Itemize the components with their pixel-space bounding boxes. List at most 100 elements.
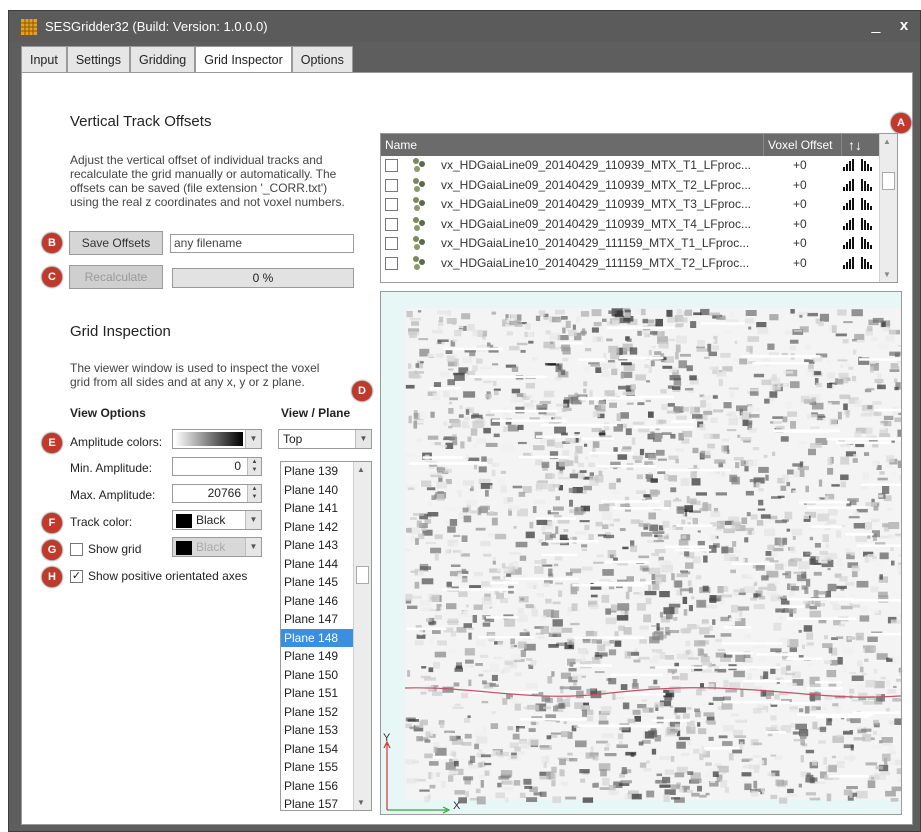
track-checkbox[interactable] bbox=[385, 217, 398, 231]
track-name: vx_HDGaiaLine10_20140429_111159_MTX_T1_L… bbox=[441, 236, 750, 250]
offset-adjust-icon[interactable] bbox=[843, 237, 875, 249]
filename-input[interactable]: any filename bbox=[170, 234, 354, 253]
track-offset: +0 bbox=[793, 216, 807, 231]
window-title: SESGridder32 (Build: Version: 1.0.0.0) bbox=[45, 19, 268, 34]
track-table: Name Voxel Offset ↑↓ vx_HDGaiaLine09_201… bbox=[380, 133, 898, 283]
plane-list[interactable]: Plane 139 Plane 140 Plane 141 Plane 142 Plan… bbox=[280, 461, 372, 811]
track-color-label: Track color: bbox=[70, 515, 133, 529]
track-name: vx_HDGaiaLine09_20140429_110939_MTX_T1_L… bbox=[441, 158, 751, 172]
offset-adjust-icon[interactable] bbox=[843, 217, 875, 230]
track-row[interactable]: vx_HDGaiaLine09_20140429_110939_MTX_T2_L… bbox=[381, 176, 897, 196]
track-color-value: Black bbox=[176, 513, 225, 528]
track-rows: vx_HDGaiaLine09_20140429_110939_MTX_T1_L… bbox=[381, 156, 897, 273]
axis-x-label: X bbox=[453, 800, 461, 812]
track-row[interactable]: vx_HDGaiaLine10_20140429_111159_MTX_T1_L… bbox=[381, 234, 897, 254]
offset-adjust-icon[interactable] bbox=[843, 178, 875, 191]
track-cluster-icon bbox=[413, 255, 425, 270]
scroll-thumb[interactable] bbox=[356, 566, 369, 584]
track-checkbox[interactable] bbox=[385, 237, 398, 250]
chevron-down-icon: ▼ bbox=[355, 430, 371, 448]
track-checkbox[interactable] bbox=[385, 256, 398, 270]
track-name: vx_HDGaiaLine10_20140429_111159_MTX_T2_L… bbox=[441, 255, 750, 270]
view-select[interactable]: Top ▼ bbox=[278, 429, 372, 449]
offsets-desc-line: Adjust the vertical offset of individual… bbox=[70, 153, 323, 167]
marker-h: H bbox=[42, 567, 62, 587]
tab-options[interactable]: Options bbox=[291, 46, 353, 72]
axis-y-label: Y bbox=[383, 732, 391, 744]
scroll-up-icon[interactable]: ▲ bbox=[357, 465, 365, 474]
view-options-heading: View Options bbox=[70, 406, 146, 420]
track-row[interactable]: vx_HDGaiaLine10_20140429_111159_MTX_T2_L… bbox=[381, 254, 897, 274]
grid-inspector-panel: Vertical Track Offsets Adjust the vertic… bbox=[21, 72, 913, 825]
grid-color-text: Black bbox=[196, 540, 226, 554]
spin-arrows-icon[interactable]: ▲ ▼ bbox=[247, 458, 261, 475]
sort-arrows-icon[interactable]: ↑↓ bbox=[841, 134, 862, 156]
view-select-value: Top bbox=[283, 432, 303, 446]
offsets-desc-line: using the real z coordinates and not vox… bbox=[70, 195, 345, 209]
amplitude-colors-select[interactable]: ▼ bbox=[172, 429, 262, 449]
grid-color-select[interactable]: Black ▼ bbox=[172, 537, 262, 557]
marker-c: C bbox=[42, 267, 62, 287]
minimize-button[interactable]: _ bbox=[866, 17, 886, 37]
tab-grid-inspector[interactable]: Grid Inspector bbox=[195, 46, 292, 73]
app-window: SESGridder32 (Build: Version: 1.0.0.0) _… bbox=[8, 10, 921, 832]
offset-adjust-icon[interactable] bbox=[843, 159, 875, 171]
track-table-scrollbar[interactable]: ▲ ▼ bbox=[879, 134, 897, 282]
marker-e: E bbox=[42, 433, 62, 453]
tab-settings[interactable]: Settings bbox=[66, 46, 130, 72]
tab-input[interactable]: Input bbox=[21, 46, 67, 72]
track-row[interactable]: vx_HDGaiaLine09_20140429_110939_MTX_T3_L… bbox=[381, 195, 897, 215]
save-offsets-button[interactable]: Save Offsets bbox=[69, 231, 163, 255]
marker-b: B bbox=[42, 233, 62, 253]
spin-arrows-icon[interactable]: ▲ ▼ bbox=[247, 485, 261, 502]
app-grid-icon bbox=[21, 19, 37, 35]
amplitude-colors-label: Amplitude colors: bbox=[70, 435, 163, 449]
track-row[interactable]: vx_HDGaiaLine09_20140429_110939_MTX_T1_L… bbox=[381, 156, 897, 176]
track-name: vx_HDGaiaLine09_20140429_110939_MTX_T4_L… bbox=[441, 216, 751, 231]
track-offset: +0 bbox=[793, 197, 807, 211]
recalculate-button[interactable]: Recalculate bbox=[69, 265, 163, 289]
plane-scrollbar[interactable]: ▲ ▼ bbox=[353, 462, 371, 810]
max-amplitude-spinner[interactable]: 20766 ▲ ▼ bbox=[172, 484, 262, 503]
color-swatch bbox=[176, 540, 192, 555]
scroll-up-icon[interactable]: ▲ bbox=[883, 137, 891, 146]
show-axes-checkbox[interactable]: ✓ bbox=[70, 570, 83, 583]
track-cluster-icon bbox=[413, 216, 425, 231]
chevron-down-icon: ▼ bbox=[245, 430, 261, 448]
track-checkbox[interactable] bbox=[385, 178, 398, 192]
track-checkbox[interactable] bbox=[385, 198, 398, 211]
scroll-down-icon[interactable]: ▼ bbox=[357, 798, 365, 807]
track-cluster-icon bbox=[413, 236, 425, 250]
scroll-thumb[interactable] bbox=[882, 172, 895, 190]
max-amplitude-value: 20766 bbox=[207, 486, 241, 500]
track-offset: +0 bbox=[793, 255, 807, 270]
tab-bar: Input Settings Gridding Grid Inspector O… bbox=[21, 46, 353, 73]
offsets-heading: Vertical Track Offsets bbox=[70, 113, 212, 130]
offsets-description: Adjust the vertical offset of individual… bbox=[70, 153, 345, 209]
offset-adjust-icon[interactable] bbox=[843, 256, 875, 269]
tab-gridding[interactable]: Gridding bbox=[129, 46, 196, 72]
close-button[interactable]: x bbox=[894, 16, 914, 36]
y-axis-arrow bbox=[383, 740, 391, 810]
grid-viewer[interactable]: X Y bbox=[380, 291, 902, 815]
track-row[interactable]: vx_HDGaiaLine09_20140429_110939_MTX_T4_L… bbox=[381, 215, 897, 235]
scroll-down-icon[interactable]: ▼ bbox=[883, 270, 891, 279]
track-checkbox[interactable] bbox=[385, 159, 398, 172]
min-amplitude-spinner[interactable]: 0 ▲ ▼ bbox=[172, 457, 262, 476]
min-amplitude-value: 0 bbox=[234, 459, 241, 473]
column-offset-header[interactable]: Voxel Offset bbox=[763, 134, 832, 156]
track-cluster-icon bbox=[413, 197, 425, 211]
gradient-swatch bbox=[175, 432, 243, 446]
marker-f: F bbox=[42, 513, 62, 533]
inspection-heading: Grid Inspection bbox=[70, 323, 171, 340]
voxel-grid-image bbox=[383, 308, 901, 814]
offset-adjust-icon[interactable] bbox=[843, 198, 875, 210]
recalc-progress: 0 % bbox=[172, 268, 354, 288]
grid-color-value: Black bbox=[176, 540, 225, 555]
track-name: vx_HDGaiaLine09_20140429_110939_MTX_T2_L… bbox=[441, 177, 751, 192]
track-offset: +0 bbox=[793, 177, 807, 192]
show-grid-checkbox[interactable] bbox=[70, 543, 83, 556]
column-name-header[interactable]: Name bbox=[385, 134, 417, 156]
track-color-select[interactable]: Black ▼ bbox=[172, 510, 262, 530]
track-cluster-icon bbox=[413, 158, 425, 172]
